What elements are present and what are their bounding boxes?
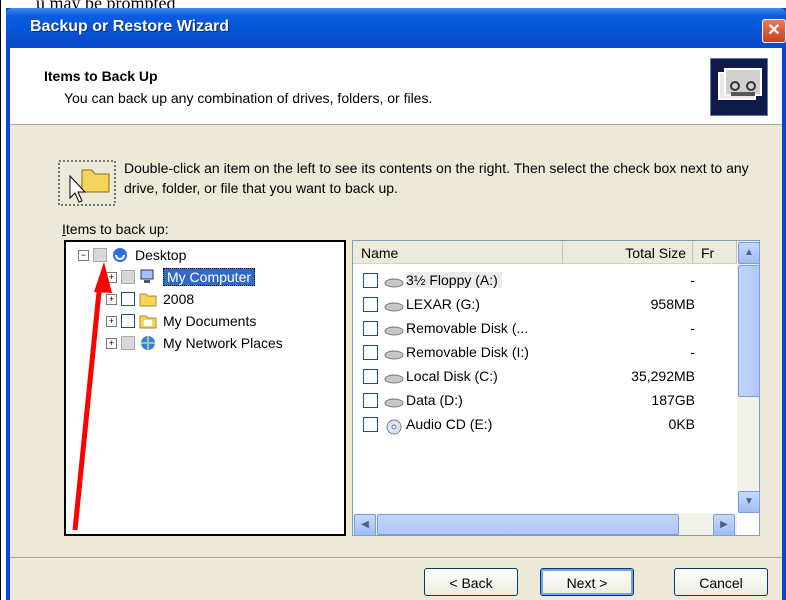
annotation-arrow-icon (72, 262, 112, 531)
